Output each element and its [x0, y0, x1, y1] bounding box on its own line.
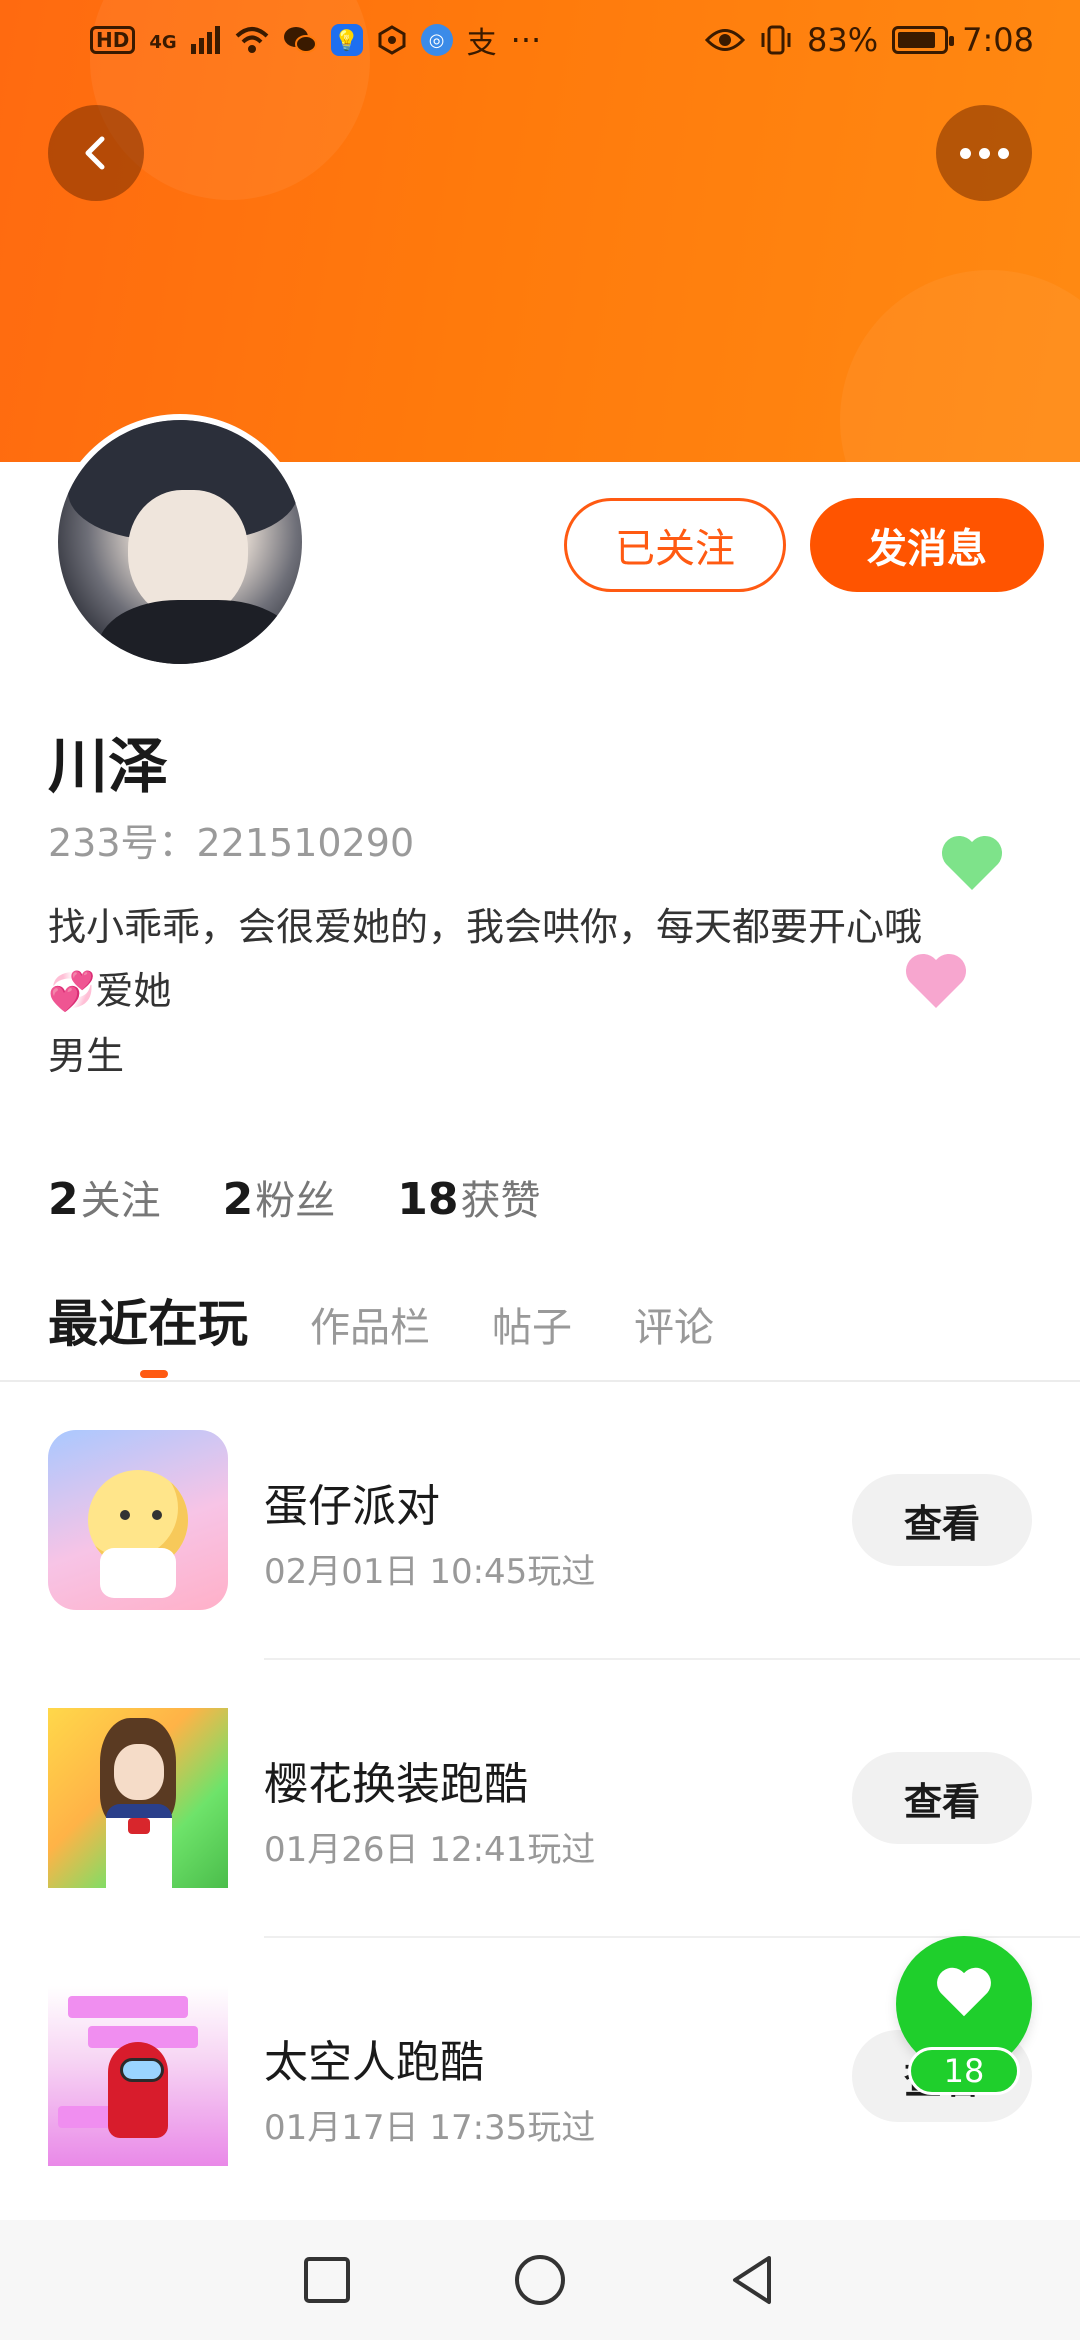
- like-count-badge: 18: [908, 2047, 1020, 2095]
- hd-icon: HD: [90, 26, 136, 54]
- bio-line-1: 找小乖乖，会很爱她的，我会哄你，每天都要开心哦: [48, 905, 923, 949]
- profile-stats: 2关注 2粉丝 18获赞: [48, 1168, 540, 1226]
- tab-posts[interactable]: 帖子: [492, 1295, 572, 1353]
- back-button[interactable]: [48, 105, 144, 201]
- status-left: HD 4G 💡 ◎ 支 ···: [90, 18, 541, 62]
- stat-fans[interactable]: 2粉丝: [223, 1168, 336, 1226]
- view-button[interactable]: 查看: [852, 1752, 1032, 1844]
- game-title: 蛋仔派对: [264, 1481, 440, 1532]
- view-button[interactable]: 查看: [852, 1474, 1032, 1566]
- profile-gender: 男生: [48, 1034, 125, 1078]
- battery-icon: [892, 26, 955, 54]
- profile-bio: 找小乖乖，会很爱她的，我会哄你，每天都要开心哦 💞爱她: [48, 895, 1038, 1023]
- game-played-time: 01月17日 17:35玩过: [264, 2108, 596, 2148]
- wechat-icon: [283, 27, 317, 53]
- more-dots-icon: [978, 147, 990, 159]
- list-item[interactable]: 樱花换装跑酷 01月26日 12:41玩过 查看: [0, 1708, 1080, 1986]
- status-right: 83% 7:08: [705, 21, 1034, 59]
- divider: [0, 1380, 1080, 1382]
- game-title: 樱花换装跑酷: [264, 1759, 528, 1810]
- avatar[interactable]: [52, 414, 308, 670]
- eye-comfort-icon: [705, 29, 746, 51]
- tab-recently-played[interactable]: 最近在玩: [48, 1284, 248, 1356]
- divider: [264, 1658, 1080, 1660]
- tab-works[interactable]: 作品栏: [310, 1295, 430, 1353]
- active-tab-indicator: [140, 1370, 168, 1378]
- more-dots-icon: [959, 147, 971, 159]
- battery-fill: [898, 32, 935, 48]
- stat-label: 关注: [80, 1178, 161, 1224]
- alipay-icon: 支: [466, 26, 497, 61]
- banner-decoration: [840, 270, 1080, 462]
- stat-label: 获赞: [460, 1178, 541, 1224]
- list-item[interactable]: 蛋仔派对 02月01日 10:45玩过 查看: [0, 1430, 1080, 1708]
- profile-name: 川泽: [48, 732, 168, 802]
- more-dots-icon: [997, 147, 1009, 159]
- game-played-time: 02月01日 10:45玩过: [264, 1552, 596, 1592]
- more-notifications-indicator: ···: [510, 21, 542, 59]
- floating-heart-icon: [940, 834, 1004, 892]
- following-button[interactable]: 已关注: [564, 498, 786, 592]
- send-message-button[interactable]: 发消息: [810, 498, 1044, 592]
- browser-app-icon: ◎: [420, 24, 453, 56]
- recent-apps-icon: [303, 2257, 350, 2303]
- heart-icon: [937, 1967, 991, 2017]
- system-navigation-bar: [0, 2220, 1080, 2340]
- back-icon: [733, 2256, 772, 2304]
- tab-comments[interactable]: 评论: [634, 1295, 714, 1353]
- stat-label: 粉丝: [255, 1178, 336, 1224]
- battery-percent: 83%: [807, 21, 879, 59]
- stat-value: 18: [397, 1174, 459, 1225]
- back-nav-button[interactable]: [723, 2250, 783, 2310]
- clock: 7:08: [962, 21, 1034, 59]
- stat-value: 2: [222, 1174, 254, 1225]
- more-options-button[interactable]: [936, 105, 1032, 201]
- bio-line-2: 爱她: [95, 969, 172, 1013]
- status-bar: HD 4G 💡 ◎ 支 ··· 83% 7:08: [0, 0, 1080, 80]
- lightbulb-app-icon: 💡: [330, 24, 363, 56]
- profile-uid[interactable]: 233号：221510290: [48, 812, 414, 867]
- signal-icon: [190, 26, 220, 54]
- chevron-left-icon: [85, 136, 105, 170]
- game-played-time: 01月26日 12:41玩过: [264, 1830, 596, 1870]
- floating-heart-icon: [904, 952, 968, 1010]
- game-icon: [48, 1430, 228, 1610]
- wifi-icon: [235, 27, 269, 53]
- game-icon: [48, 1708, 228, 1888]
- game-icon: [48, 1986, 228, 2166]
- network-gen-label: 4G: [149, 32, 177, 53]
- avatar-image: [58, 420, 302, 664]
- home-icon: [514, 2255, 565, 2305]
- home-button[interactable]: [510, 2250, 570, 2310]
- stat-value: 2: [48, 1174, 79, 1225]
- stat-following[interactable]: 2关注: [48, 1168, 161, 1226]
- hexagon-app-icon: [378, 25, 406, 55]
- vibrate-icon: [761, 25, 791, 55]
- stat-likes[interactable]: 18获赞: [397, 1168, 540, 1226]
- game-title: 太空人跑酷: [264, 2037, 484, 2088]
- hearts-emoji: 💞: [48, 969, 96, 1013]
- profile-tabs: 最近在玩 作品栏 帖子 评论: [48, 1284, 714, 1356]
- recent-apps-button[interactable]: [297, 2250, 357, 2310]
